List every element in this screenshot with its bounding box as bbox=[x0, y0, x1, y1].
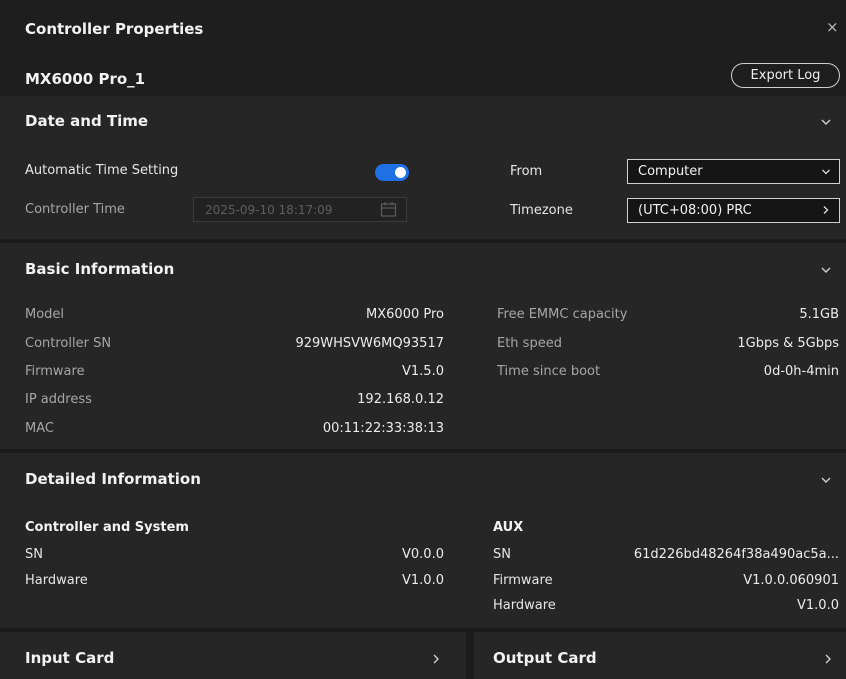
mac-label: MAC bbox=[25, 421, 54, 436]
controller-name: MX6000 Pro_1 bbox=[25, 70, 146, 88]
sn-label: SN bbox=[25, 547, 43, 562]
input-card-panel[interactable]: Input Card bbox=[0, 632, 466, 679]
input-card-label: Input Card bbox=[25, 649, 115, 667]
aux-hardware-value: V1.0.0 bbox=[797, 598, 839, 613]
aux-hardware-label: Hardware bbox=[493, 598, 556, 613]
timezone-label: Timezone bbox=[510, 203, 573, 218]
chevron-down-icon[interactable] bbox=[820, 264, 832, 276]
mac-value: 00:11:22:33:38:13 bbox=[322, 421, 444, 436]
date-time-section-title: Date and Time bbox=[25, 112, 149, 130]
controller-sn-label: Controller SN bbox=[25, 336, 112, 351]
from-label: From bbox=[510, 164, 543, 179]
model-value: MX6000 Pro bbox=[366, 307, 444, 322]
ip-address-value: 192.168.0.12 bbox=[357, 392, 444, 407]
controller-time-label: Controller Time bbox=[25, 202, 125, 217]
free-emmc-value: 5.1GB bbox=[799, 307, 839, 322]
title-bar: Controller Properties × bbox=[0, 0, 846, 58]
firmware-value: V1.5.0 bbox=[402, 364, 444, 379]
controller-header: MX6000 Pro_1 Export Log bbox=[0, 58, 846, 96]
controller-sn-value: 929WHSVW6MQ93517 bbox=[295, 336, 444, 351]
timezone-value: (UTC+08:00) PRC bbox=[638, 203, 752, 218]
controller-properties-window: Controller Properties × MX6000 Pro_1 Exp… bbox=[0, 0, 846, 679]
sn-value: V0.0.0 bbox=[402, 547, 444, 562]
aux-subtitle: AUX bbox=[493, 520, 524, 535]
model-label: Model bbox=[25, 307, 65, 322]
close-icon[interactable]: × bbox=[826, 20, 839, 35]
chevron-down-icon bbox=[822, 169, 830, 175]
eth-speed-label: Eth speed bbox=[497, 336, 562, 351]
aux-firmware-value: V1.0.0.060901 bbox=[743, 573, 839, 588]
output-card-label: Output Card bbox=[493, 649, 597, 667]
detailed-info-section-title: Detailed Information bbox=[25, 470, 201, 488]
automatic-time-label: Automatic Time Setting bbox=[25, 163, 179, 178]
controller-time-field: 2025-09-10 18:17:09 bbox=[193, 197, 407, 222]
controller-time-value: 2025-09-10 18:17:09 bbox=[205, 203, 333, 217]
automatic-time-toggle[interactable] bbox=[375, 164, 409, 181]
eth-speed-value: 1Gbps & 5Gbps bbox=[737, 336, 839, 351]
from-selected-value: Computer bbox=[638, 164, 703, 179]
export-log-button[interactable]: Export Log bbox=[731, 63, 840, 88]
hardware-value: V1.0.0 bbox=[402, 573, 444, 588]
aux-firmware-label: Firmware bbox=[493, 573, 553, 588]
aux-sn-label: SN bbox=[493, 547, 511, 562]
chevron-right-icon bbox=[823, 206, 829, 214]
time-since-boot-label: Time since boot bbox=[497, 364, 601, 379]
aux-sn-value: 61d226bd48264f38a490ac5a... bbox=[633, 547, 839, 562]
time-since-boot-value: 0d-0h-4min bbox=[763, 364, 839, 379]
ip-address-label: IP address bbox=[25, 392, 92, 407]
window-title: Controller Properties bbox=[25, 20, 204, 38]
basic-info-section-title: Basic Information bbox=[25, 260, 175, 278]
chevron-right-icon bbox=[433, 654, 439, 664]
chevron-down-icon[interactable] bbox=[820, 116, 832, 128]
timezone-select[interactable]: (UTC+08:00) PRC bbox=[627, 198, 840, 223]
firmware-label: Firmware bbox=[25, 364, 85, 379]
from-select[interactable]: Computer bbox=[627, 159, 840, 184]
toggle-knob bbox=[395, 167, 406, 178]
controller-system-subtitle: Controller and System bbox=[25, 520, 189, 535]
chevron-down-icon[interactable] bbox=[820, 474, 832, 486]
calendar-icon bbox=[380, 202, 397, 217]
detailed-info-section: Detailed Information bbox=[0, 453, 846, 628]
chevron-right-icon bbox=[825, 654, 831, 664]
free-emmc-label: Free EMMC capacity bbox=[497, 307, 628, 322]
output-card-panel[interactable]: Output Card bbox=[474, 632, 846, 679]
hardware-label: Hardware bbox=[25, 573, 88, 588]
